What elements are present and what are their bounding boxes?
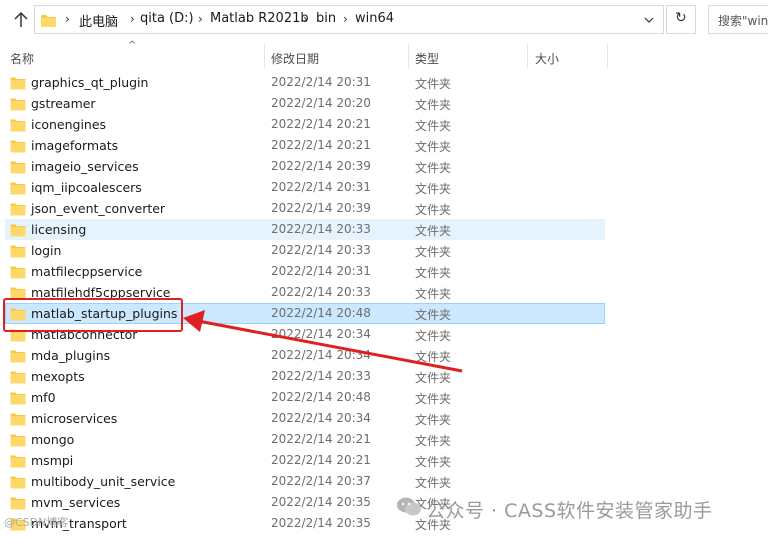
corner-watermark: @CSDN博客 [4,516,69,529]
watermark-text: 公众号 · CASS软件安装管家助手 [426,500,713,522]
wechat-icon [396,496,422,518]
watermark: 公众号 · CASS软件安装管家助手 [396,495,756,522]
annotation-arrow [183,310,463,373]
